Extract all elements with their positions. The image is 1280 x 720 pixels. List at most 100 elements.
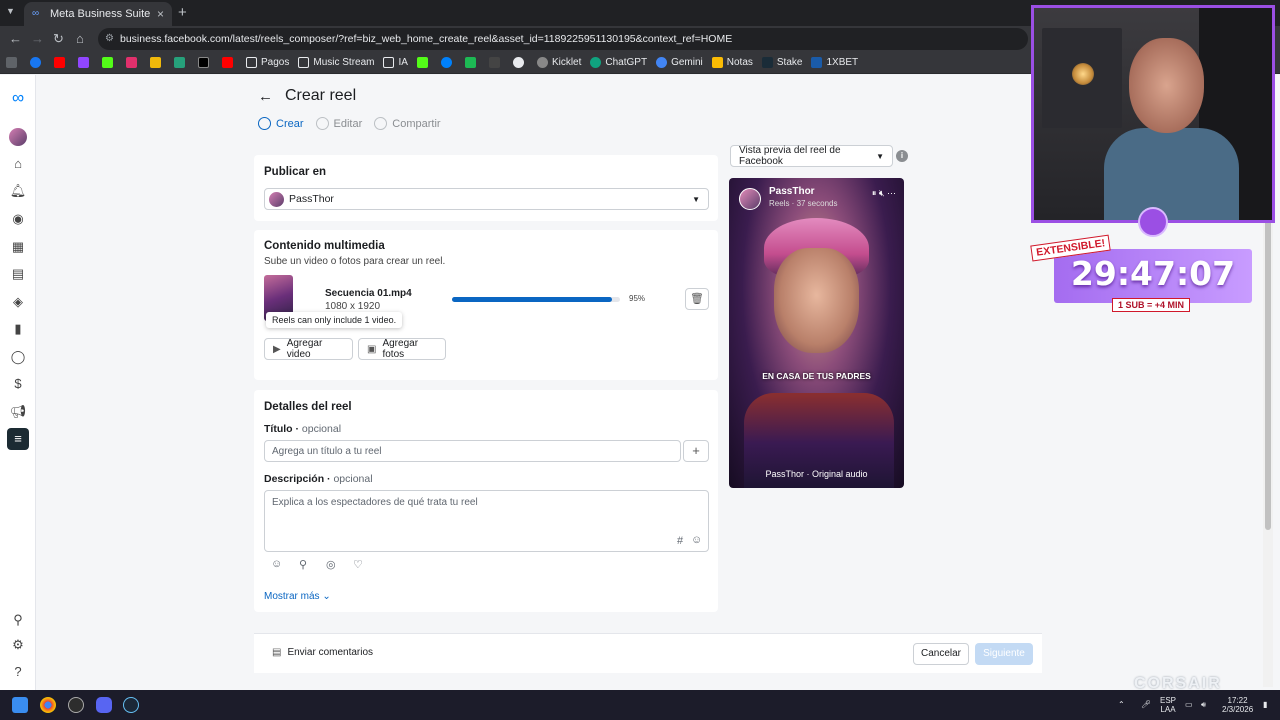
insights-nav-icon[interactable]: ▮ xyxy=(9,320,27,338)
bookmark-folder-music[interactable]: Music Stream xyxy=(298,57,374,68)
description-input[interactable]: Explica a los espectadores de qué trata … xyxy=(264,490,709,552)
info-icon[interactable]: i xyxy=(896,150,908,162)
add-photos-button[interactable]: ▣ Agregar fotos xyxy=(358,338,446,360)
megaphone-nav-icon[interactable]: 📢︎ xyxy=(9,403,27,421)
location-icon[interactable]: ⚲ xyxy=(299,558,307,571)
bookmark-tiktok-2[interactable] xyxy=(488,57,504,68)
obs-icon[interactable] xyxy=(68,697,84,713)
bookmark-youtube[interactable] xyxy=(54,57,69,68)
bookmark-chatgpt[interactable]: ChatGPT xyxy=(590,57,647,68)
site-info-icon[interactable]: ⚙ xyxy=(105,28,114,50)
notifications-nav-icon[interactable]: 🔔︎ xyxy=(9,182,27,200)
back-arrow-icon[interactable]: ← xyxy=(258,88,273,105)
media-heading: Contenido multimedia xyxy=(264,240,385,252)
preview-controls[interactable]: ⏸ 🔇︎ ⋯ xyxy=(872,188,896,199)
language-indicator[interactable]: ESP LAA xyxy=(1160,696,1176,714)
close-tab-icon[interactable]: × xyxy=(157,7,164,21)
sub-badge-icon xyxy=(1138,207,1168,237)
step-editar[interactable]: Editar xyxy=(315,117,362,130)
compass-nav-icon[interactable]: ◉ xyxy=(9,210,27,228)
settings-nav-icon[interactable]: ⚙ xyxy=(9,636,27,654)
bookmark-bot[interactable] xyxy=(512,57,528,68)
bookmark-meta[interactable] xyxy=(440,57,456,68)
account-avatar xyxy=(269,191,284,207)
preview-figure-face xyxy=(774,248,859,353)
discord-icon[interactable] xyxy=(96,697,112,713)
trash-icon: 🗑︎ xyxy=(690,293,704,305)
emoji-icon[interactable]: ☺ xyxy=(691,534,702,546)
home-nav-icon[interactable]: ⌂ xyxy=(9,155,27,173)
add-title-button[interactable]: + xyxy=(683,440,709,462)
bookmark-kick-2[interactable] xyxy=(416,57,432,68)
bookmark-green[interactable] xyxy=(174,57,189,68)
home-icon[interactable]: ⌂ xyxy=(76,31,84,46)
tab-list-icon[interactable]: ▼ xyxy=(6,6,15,16)
step-circle-icon xyxy=(258,117,271,130)
bookmark-app[interactable] xyxy=(198,57,213,68)
sub-rate-label: 1 SUB = +4 MIN xyxy=(1112,298,1191,312)
meta-logo-icon[interactable]: ∞ xyxy=(9,89,27,107)
page-avatar[interactable] xyxy=(9,128,27,146)
hashtag-icon[interactable]: # xyxy=(677,535,683,547)
bookmark-youtube-2[interactable] xyxy=(222,57,237,68)
stepper: Crear Editar Compartir xyxy=(258,117,453,130)
emoji-feeling-icon[interactable]: ☺ xyxy=(271,558,282,570)
inbox-nav-icon[interactable]: ◯ xyxy=(9,348,27,366)
all-tools-nav-icon[interactable]: ≡ xyxy=(7,428,29,450)
clock[interactable]: 17:22 2/3/2026 xyxy=(1222,696,1253,714)
ads-nav-icon[interactable]: ◈ xyxy=(9,293,27,311)
chrome-icon[interactable] xyxy=(40,697,56,713)
bookmark-folder-pagos[interactable]: Pagos xyxy=(246,57,289,68)
tray-expand-icon[interactable]: ⌃ xyxy=(1118,700,1125,709)
planner-nav-icon[interactable]: ▤ xyxy=(9,265,27,283)
bookmark-twitch[interactable] xyxy=(78,57,93,68)
bookmark-tiktok[interactable] xyxy=(126,57,141,68)
bookmark-facebook[interactable] xyxy=(30,57,45,68)
next-button[interactable]: Siguiente xyxy=(975,643,1033,665)
new-tab-icon[interactable]: + xyxy=(178,4,187,21)
reload-icon[interactable]: ↻ xyxy=(53,31,64,47)
preview-meta: Reels · 37 seconds xyxy=(769,199,838,208)
bookmark-binance[interactable] xyxy=(150,57,165,68)
cam-head xyxy=(1129,38,1204,133)
mic-icon[interactable]: 🎤︎ xyxy=(1141,700,1151,709)
messenger-icon[interactable]: ◎ xyxy=(326,558,336,571)
steam-icon[interactable] xyxy=(123,697,139,713)
partnership-icon[interactable]: ♡ xyxy=(353,558,363,571)
add-video-button[interactable]: ▶ Agregar video xyxy=(264,338,353,360)
url-field[interactable]: ⚙ business.facebook.com/latest/reels_com… xyxy=(98,28,1028,50)
bookmark-kick[interactable] xyxy=(102,57,117,68)
monetization-nav-icon[interactable]: $ xyxy=(9,375,27,393)
volume-icon[interactable]: 🔊︎ xyxy=(1201,700,1206,709)
preview-type-select[interactable]: Vista previa del reel de Facebook ▼ xyxy=(730,145,893,167)
account-select[interactable]: PassThor ▼ xyxy=(264,188,709,210)
scrollbar-thumb[interactable] xyxy=(1265,220,1271,530)
bookmark-kicklet[interactable]: Kicklet xyxy=(536,57,581,68)
show-more-link[interactable]: Mostrar más ⌄ xyxy=(264,591,331,602)
browser-tab[interactable]: ∞ Meta Business Suite × xyxy=(24,2,172,26)
step-compartir[interactable]: Compartir xyxy=(374,117,441,130)
delete-media-button[interactable]: 🗑︎ xyxy=(685,288,709,310)
feedback-link[interactable]: ▤ Enviar comentarios xyxy=(272,647,373,658)
title-input[interactable]: Agrega un título a tu reel xyxy=(264,440,681,462)
preview-name: PassThor xyxy=(769,186,815,197)
left-nav-rail: ∞ ⌂ 🔔︎ ◉ ▦ ▤ ◈ ▮ ◯ $ 📢︎ ≡ ⚲ ⚙ ? xyxy=(0,75,36,690)
network-icon[interactable]: ▭ xyxy=(1185,700,1193,709)
start-icon[interactable] xyxy=(12,697,28,713)
step-crear[interactable]: Crear xyxy=(258,117,304,130)
cancel-button[interactable]: Cancelar xyxy=(913,643,969,665)
bookmark-gemini[interactable]: Gemini xyxy=(656,57,703,68)
help-nav-icon[interactable]: ? xyxy=(9,663,27,681)
bookmark-1xbet[interactable]: 1XBET xyxy=(811,57,858,68)
notification-icon[interactable]: ▮ xyxy=(1263,700,1267,709)
bookmark-green-2[interactable] xyxy=(464,57,480,68)
bookmark-folder-ia[interactable]: IA xyxy=(383,57,408,68)
bookmark-notas[interactable]: Notas xyxy=(711,57,753,68)
forward-icon[interactable]: → xyxy=(31,31,44,46)
back-icon[interactable]: ← xyxy=(9,31,22,46)
content-nav-icon[interactable]: ▦ xyxy=(9,238,27,256)
apps-icon[interactable] xyxy=(6,57,21,68)
publish-heading: Publicar en xyxy=(264,166,326,178)
search-nav-icon[interactable]: ⚲ xyxy=(9,611,27,629)
bookmark-stake[interactable]: Stake xyxy=(761,57,802,68)
